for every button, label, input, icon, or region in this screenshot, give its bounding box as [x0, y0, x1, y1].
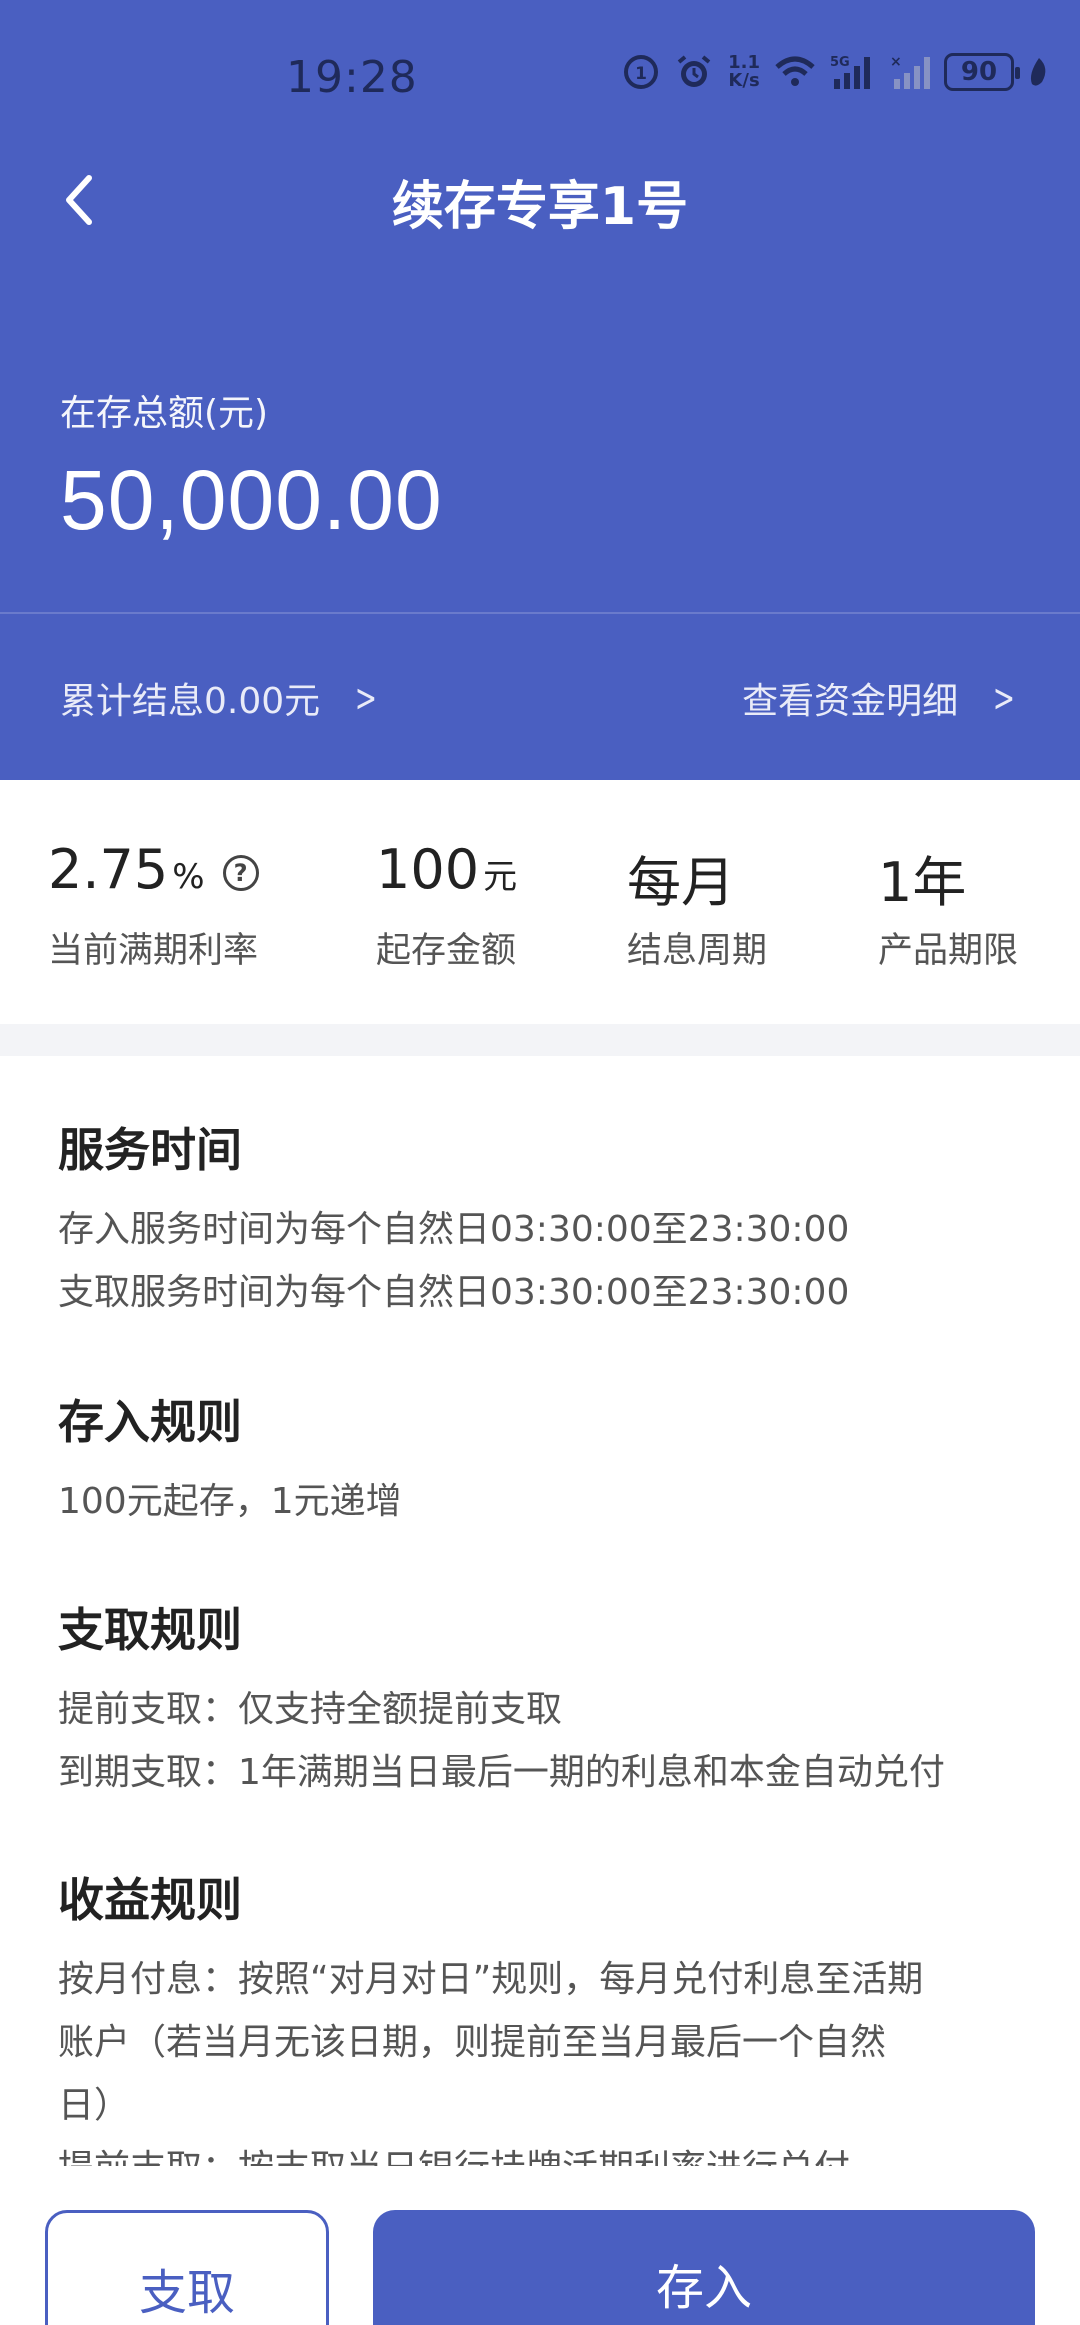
accrued-interest-link[interactable]: 累计结息0.00元 >: [60, 672, 382, 724]
service-time-section: 服务时间 存入服务时间为每个自然日03:30:00至23:30:00 支取服务时…: [58, 1114, 1028, 1324]
chevron-right-icon: >: [992, 676, 1016, 720]
income-rules-section: 收益规则 按月付息：按照“对月对日”规则，每月兑付利息至活期 账户（若当月无该日…: [58, 1864, 1028, 2166]
deposit-button[interactable]: 存入: [373, 2210, 1035, 2325]
deposit-rules-section: 存入规则 100元起存，1元递增: [58, 1386, 1028, 1533]
5g-signal-icon: 5G: [830, 53, 876, 91]
section-divider: [0, 1024, 1080, 1056]
status-bar: 19:28 1 1.1 K/s 5G × 90: [0, 0, 1080, 150]
withdraw-rules-section: 支取规则 提前支取：仅支持全额提前支取 到期支取：1年满期当日最后一期的利息和本…: [58, 1594, 1028, 1804]
min-deposit-label: 起存金额: [376, 931, 517, 971]
interest-cycle-value: 每月: [627, 851, 735, 914]
svg-text:1: 1: [635, 64, 647, 84]
section-text: 按月付息：按照“对月对日”规则，每月兑付利息至活期: [58, 1959, 924, 2000]
signal-no-service-icon: ×: [890, 53, 930, 91]
help-icon[interactable]: ?: [222, 855, 259, 891]
svg-text:5G: 5G: [830, 55, 850, 70]
withdraw-button[interactable]: 支取: [45, 2210, 329, 2325]
stat-interest-cycle: 每月 结息周期: [627, 838, 767, 973]
min-deposit-unit: 元: [483, 857, 518, 897]
stat-min-deposit: 100 元 起存金额: [376, 838, 517, 973]
data-saver-icon: 1: [622, 53, 660, 91]
battery-icon: 90: [944, 53, 1020, 91]
term-value: 1年: [878, 851, 967, 914]
stat-term: 1年 产品期限: [878, 838, 1018, 973]
section-text: 支取服务时间为每个自然日03:30:00至23:30:00: [58, 1272, 850, 1313]
min-deposit-value: 100: [376, 838, 480, 901]
section-text: 日）: [58, 2085, 131, 2126]
status-time: 19:28: [286, 52, 418, 103]
section-title: 存入规则: [58, 1395, 242, 1449]
page-title: 续存专享1号: [391, 177, 689, 237]
fund-details-link[interactable]: 查看资金明细 >: [742, 672, 1020, 724]
section-title: 服务时间: [58, 1123, 242, 1177]
accrued-interest-text: 累计结息0.00元: [60, 681, 321, 722]
total-balance-label: 在存总额(元): [60, 393, 269, 434]
rate-label: 当前满期利率: [48, 931, 259, 971]
section-text: 到期支取：1年满期当日最后一期的利息和本金自动兑付: [58, 1752, 945, 1793]
total-balance-amount: 50,000.00: [60, 453, 443, 547]
bottom-action-bar: 支取 存入: [0, 2166, 1080, 2325]
rate-value: 2.75: [48, 838, 169, 901]
divider: [0, 612, 1080, 614]
section-text: 账户（若当月无该日期，则提前至当月最后一个自然: [58, 2022, 887, 2063]
section-text: 提前支取：仅支持全额提前支取: [58, 1689, 563, 1730]
product-stats: 2.75 % ? 当前满期利率 100 元 起存金额 每月 结息周期 1年 产品…: [0, 780, 1080, 1024]
rate-unit: %: [172, 857, 205, 897]
header: 19:28 1 1.1 K/s 5G × 90 续存专享1号 在存总额(元) 5…: [0, 0, 1080, 780]
fund-details-text: 查看资金明细: [742, 681, 959, 722]
section-text: 存入服务时间为每个自然日03:30:00至23:30:00: [58, 1209, 850, 1250]
section-text: 提前支取：按支取当日银行挂牌活期利率进行兑付: [58, 2137, 1028, 2166]
rules-content: 服务时间 存入服务时间为每个自然日03:30:00至23:30:00 支取服务时…: [0, 1056, 1080, 2166]
stat-rate: 2.75 % ? 当前满期利率: [48, 838, 259, 973]
section-text: 100元起存，1元递增: [58, 1481, 402, 1522]
alarm-icon: [674, 52, 714, 92]
wifi-icon: [774, 55, 816, 89]
term-label: 产品期限: [878, 931, 1019, 971]
chevron-right-icon: >: [354, 676, 378, 720]
network-speed: 1.1 K/s: [728, 52, 760, 91]
nav-bar: 续存专享1号: [0, 150, 1080, 250]
section-title: 支取规则: [58, 1603, 242, 1657]
status-icons: 1 1.1 K/s 5G × 90: [622, 52, 1050, 92]
interest-cycle-label: 结息周期: [627, 931, 768, 971]
section-title: 收益规则: [58, 1873, 242, 1927]
leaf-icon: [1028, 56, 1050, 88]
svg-text:×: ×: [890, 54, 902, 70]
